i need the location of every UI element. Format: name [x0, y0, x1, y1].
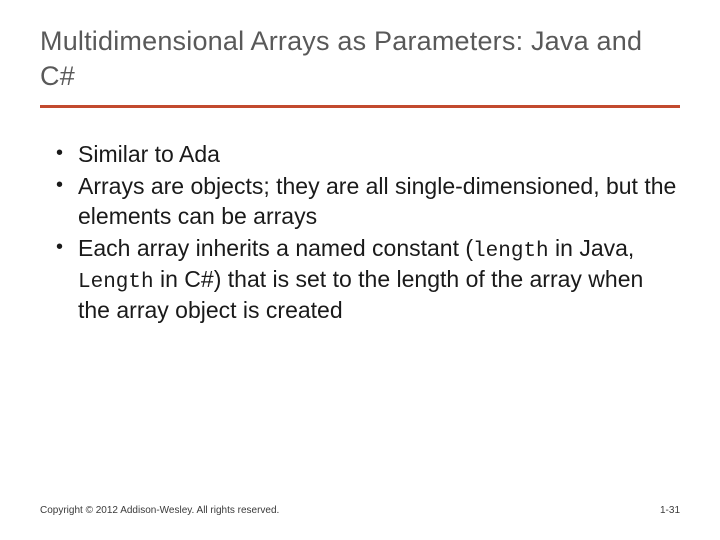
bullet-text: Arrays are objects; they are all single-… — [78, 173, 676, 229]
slide: Multidimensional Arrays as Parameters: J… — [0, 0, 720, 540]
bullet-list: Similar to Ada Arrays are objects; they … — [40, 140, 680, 326]
title-rule — [40, 105, 680, 108]
page-number: 1-31 — [660, 505, 680, 516]
bullet-text-post: in C#) that is set to the length of the … — [78, 266, 643, 323]
list-item: Arrays are objects; they are all single-… — [60, 172, 680, 232]
bullet-text: Similar to Ada — [78, 141, 220, 167]
code-length-java: length — [473, 240, 549, 263]
code-length-csharp: Length — [78, 271, 154, 294]
copyright-footer: Copyright © 2012 Addison-Wesley. All rig… — [40, 505, 279, 516]
list-item: Similar to Ada — [60, 140, 680, 170]
bullet-text-mid: in Java, — [549, 235, 635, 261]
list-item: Each array inherits a named constant (le… — [60, 234, 680, 326]
slide-title: Multidimensional Arrays as Parameters: J… — [40, 24, 680, 103]
bullet-text-pre: Each array inherits a named constant ( — [78, 235, 473, 261]
